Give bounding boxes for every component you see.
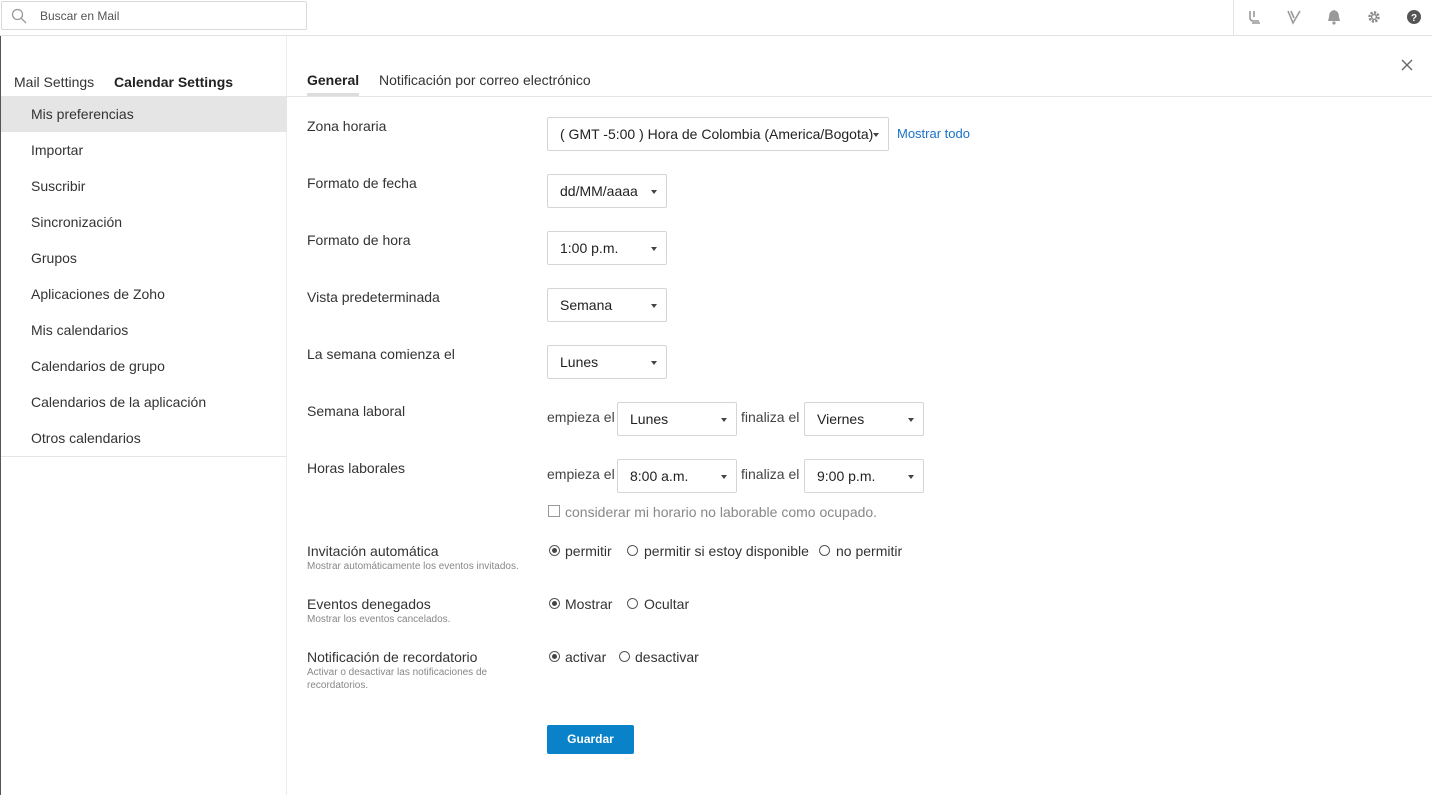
settings-main: General Notificación por correo electrón… [287, 36, 1432, 795]
chevron-down-icon [721, 475, 727, 479]
main-tabs: General Notificación por correo electrón… [307, 72, 607, 96]
chevron-down-icon [651, 190, 657, 194]
gear-icon[interactable] [1364, 7, 1384, 27]
work-hours-start-select[interactable]: 8:00 a.m. [617, 459, 737, 493]
default-view-select[interactable]: Semana [547, 288, 667, 322]
chevron-down-icon [651, 304, 657, 308]
top-bar: Buscar en Mail ? [0, 0, 1432, 36]
timezone-select[interactable]: ( GMT -5:00 ) Hora de Colombia (America/… [547, 117, 889, 151]
date-format-select[interactable]: dd/MM/aaaa [547, 174, 667, 208]
auto-invite-deny-radio[interactable] [819, 545, 830, 556]
auto-invite-deny-label[interactable]: no permitir [836, 543, 902, 559]
sidebar-item-aplicaciones-zoho[interactable]: Aplicaciones de Zoho [1, 276, 287, 312]
reminder-disable-label[interactable]: desactivar [635, 649, 699, 665]
search-icon [11, 8, 27, 24]
sidebar-item-calendarios-grupo[interactable]: Calendarios de grupo [1, 348, 287, 384]
sidebar-item-sincronizacion[interactable]: Sincronización [1, 204, 287, 240]
work-hours-end-value: 9:00 p.m. [817, 468, 876, 484]
time-format-label: Formato de hora [307, 232, 411, 248]
show-all-link[interactable]: Mostrar todo [897, 126, 970, 141]
date-format-value: dd/MM/aaaa [560, 183, 638, 199]
bell-icon[interactable] [1324, 7, 1344, 27]
tab-divider [287, 96, 1432, 97]
chevron-down-icon [908, 475, 914, 479]
sidebar-item-calendarios-aplicacion[interactable]: Calendarios de la aplicación [1, 384, 287, 420]
chevron-down-icon [873, 133, 879, 137]
default-view-label: Vista predeterminada [307, 289, 440, 305]
declined-show-radio[interactable] [549, 598, 560, 609]
declined-hide-label[interactable]: Ocultar [644, 596, 689, 612]
auto-invite-allow-label[interactable]: permitir [565, 543, 612, 559]
tab-calendar-settings[interactable]: Calendar Settings [114, 74, 233, 90]
work-week-end-select[interactable]: Viernes [804, 402, 924, 436]
declined-show-label[interactable]: Mostrar [565, 596, 612, 612]
search-box[interactable]: Buscar en Mail [1, 1, 307, 30]
top-icons: ? [1233, 0, 1432, 35]
reminder-description: Activar o desactivar las notificaciones … [307, 667, 488, 691]
contacts-icon[interactable] [1244, 7, 1264, 27]
reminder-enable-label[interactable]: activar [565, 649, 606, 665]
sidebar-item-mis-preferencias[interactable]: Mis preferencias [1, 96, 287, 132]
work-hours-end-select[interactable]: 9:00 p.m. [804, 459, 924, 493]
tab-email-notification[interactable]: Notificación por correo electrónico [379, 72, 591, 93]
settings-sidebar: Mail Settings Calendar Settings Mis pref… [1, 36, 287, 795]
work-hours-starts-text: empieza el [547, 466, 615, 482]
auto-invite-label: Invitación automática [307, 543, 439, 559]
declined-events-label: Eventos denegados [307, 596, 431, 612]
tab-mail-settings[interactable]: Mail Settings [14, 74, 94, 90]
settings-type-tabs: Mail Settings Calendar Settings [14, 74, 249, 90]
default-view-value: Semana [560, 297, 613, 313]
work-hours-ends-text: finaliza el [741, 466, 800, 482]
timezone-value: ( GMT -5:00 ) Hora de Colombia (America/… [560, 126, 874, 142]
week-start-label: La semana comienza el [307, 346, 455, 362]
declined-events-description: Mostrar los eventos cancelados. [307, 614, 451, 625]
sidebar-item-otros-calendarios[interactable]: Otros calendarios [1, 420, 287, 456]
work-hours-start-value: 8:00 a.m. [630, 468, 689, 484]
sidebar-menu: Mis preferencias Importar Suscribir Sinc… [1, 96, 287, 457]
save-button[interactable]: Guardar [547, 725, 634, 754]
auto-invite-if-available-radio[interactable] [627, 545, 638, 556]
chevron-down-icon [721, 418, 727, 422]
reminder-disable-radio[interactable] [619, 651, 630, 662]
search-input[interactable]: Buscar en Mail [40, 9, 119, 23]
time-format-value: 1:00 p.m. [560, 240, 619, 256]
declined-hide-radio[interactable] [627, 598, 638, 609]
busy-nonworking-checkbox[interactable] [548, 505, 560, 517]
reminder-label: Notificación de recordatorio [307, 649, 478, 665]
sidebar-item-grupos[interactable]: Grupos [1, 240, 287, 276]
vowel-icon[interactable] [1284, 7, 1304, 27]
work-week-starts-text: empieza el [547, 409, 615, 425]
work-week-label: Semana laboral [307, 403, 406, 419]
svg-text:?: ? [1411, 13, 1417, 24]
auto-invite-if-available-label[interactable]: permitir si estoy disponible [644, 543, 809, 559]
work-week-ends-text: finaliza el [741, 409, 800, 425]
date-format-label: Formato de fecha [307, 175, 417, 191]
time-format-select[interactable]: 1:00 p.m. [547, 231, 667, 265]
tab-general[interactable]: General [307, 72, 360, 96]
reminder-enable-radio[interactable] [549, 651, 560, 662]
auto-invite-description: Mostrar automáticamente los eventos invi… [307, 561, 519, 572]
work-week-start-select[interactable]: Lunes [617, 402, 737, 436]
chevron-down-icon [651, 247, 657, 251]
work-week-start-value: Lunes [630, 411, 669, 427]
close-icon[interactable] [1399, 57, 1415, 73]
chevron-down-icon [651, 361, 657, 365]
sidebar-item-importar[interactable]: Importar [1, 132, 287, 168]
busy-nonworking-label: considerar mi horario no laborable como … [565, 504, 878, 520]
sidebar-item-mis-calendarios[interactable]: Mis calendarios [1, 312, 287, 348]
work-hours-label: Horas laborales [307, 460, 406, 476]
week-start-value: Lunes [560, 354, 599, 370]
chevron-down-icon [908, 418, 914, 422]
work-week-end-value: Viernes [817, 411, 865, 427]
week-start-select[interactable]: Lunes [547, 345, 667, 379]
help-icon[interactable]: ? [1404, 7, 1424, 27]
auto-invite-allow-radio[interactable] [549, 545, 560, 556]
timezone-label: Zona horaria [307, 118, 387, 134]
sidebar-item-suscribir[interactable]: Suscribir [1, 168, 287, 204]
